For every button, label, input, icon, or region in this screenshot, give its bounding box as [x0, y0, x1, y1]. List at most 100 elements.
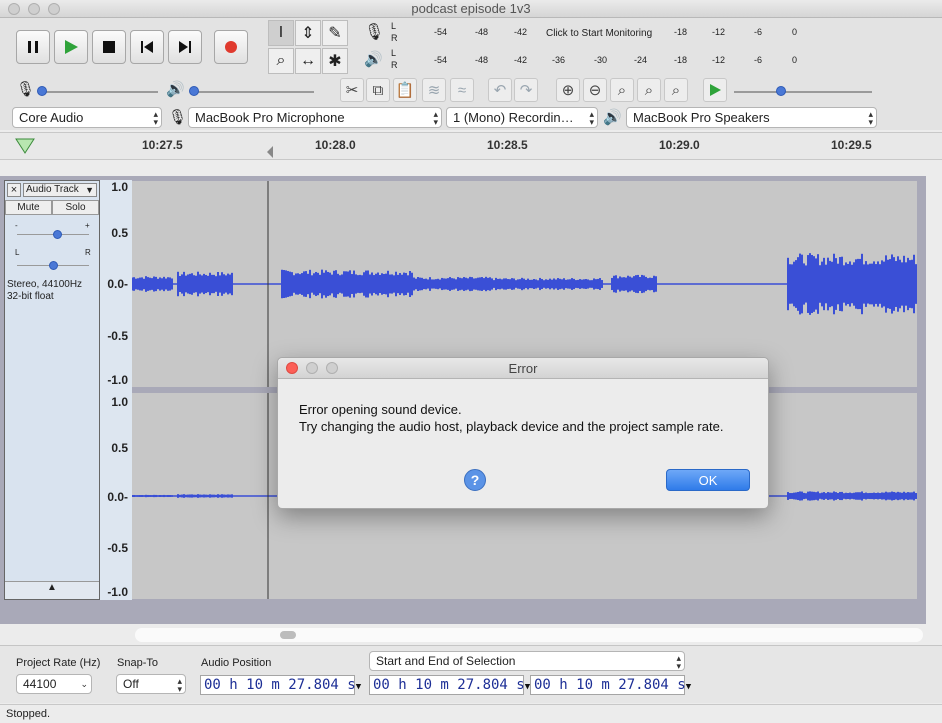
y-axis-label: 0.5 [111, 226, 128, 240]
close-track-button[interactable]: × [7, 183, 21, 197]
zoom-toggle-button[interactable]: ⌕ [664, 78, 688, 102]
play-tick: -18 [674, 55, 688, 65]
help-button[interactable]: ? [464, 469, 486, 491]
pan-slider-thumb[interactable] [49, 261, 58, 270]
dropdown-arrow-icon: ▼ [85, 185, 94, 195]
window-titlebar: podcast episode 1v3 [0, 0, 942, 18]
window-title: podcast episode 1v3 [411, 1, 531, 16]
redo-icon: ↷ [519, 82, 533, 99]
time-format-dropdown-icon[interactable]: ▼ [356, 682, 361, 692]
horizontal-scrollbar[interactable] [0, 624, 926, 644]
undo-button[interactable]: ↶ [488, 78, 512, 102]
updown-chevron-icon: ▴ ▾ [433, 109, 438, 127]
recording-volume-slider[interactable] [38, 91, 158, 93]
zoom-out-button[interactable]: ⊖ [583, 78, 607, 102]
play-at-speed-button[interactable] [703, 78, 727, 102]
cut-button[interactable]: ✂ [340, 78, 364, 102]
ruler-label: 10:28.5 [487, 138, 528, 152]
snap-to-select[interactable]: Off ▴ ▾ [116, 674, 186, 694]
fit-project-button[interactable]: ⌕ [637, 78, 661, 102]
audio-host-value: Core Audio [19, 110, 84, 125]
input-channels-value: 1 (Mono) Recordin… [453, 110, 574, 125]
selection-end-time[interactable]: 00 h 10 m 27.804 s▼ [530, 675, 691, 695]
meter-channel-l: L [391, 21, 397, 31]
redo-button[interactable]: ↷ [514, 78, 538, 102]
rec-tick: -18 [674, 27, 688, 37]
asterisk-icon: ✱ [328, 53, 342, 70]
pencil-icon: ✎ [328, 25, 342, 42]
double-arrow-icon: ↔ [300, 52, 316, 69]
zoom-in-button[interactable]: ⊕ [556, 78, 580, 102]
audio-host-select[interactable]: Core Audio ▴ ▾ [12, 107, 162, 128]
output-device-value: MacBook Pro Speakers [633, 110, 770, 125]
gain-minus-label: - [15, 221, 18, 230]
stop-button[interactable] [92, 30, 126, 64]
fit-selection-button[interactable]: ⌕ [610, 78, 634, 102]
play-speed-slider[interactable] [734, 91, 872, 93]
copy-button[interactable]: ⧉ [366, 78, 390, 102]
time-format-dropdown-icon[interactable]: ▼ [686, 682, 691, 692]
close-icon: × [10, 184, 18, 196]
play-speed-thumb[interactable] [776, 86, 786, 96]
timeline-ruler[interactable]: 10:27.5 10:28.0 10:28.5 10:29.0 10:29.5 [0, 132, 942, 160]
track-name-menu[interactable]: Audio Track ▼ [23, 183, 97, 197]
playback-volume-slider[interactable] [190, 91, 314, 93]
dialog-titlebar: Error [278, 358, 768, 379]
pause-button[interactable] [16, 30, 50, 64]
speaker-icon: 🔊 [603, 109, 622, 126]
selection-start-time[interactable]: 00 h 10 m 27.804 s▼ [369, 675, 530, 695]
ok-button[interactable]: OK [666, 469, 750, 491]
collapse-arrow-icon: ▲ [47, 582, 57, 593]
snap-to-value: Off [123, 677, 139, 691]
scroll-track[interactable] [135, 628, 923, 642]
copy-icon: ⧉ [372, 81, 384, 99]
play-region-triangle-icon[interactable] [14, 137, 36, 155]
audio-position-value: 00 h 10 m 27.804 s [204, 677, 356, 693]
skip-to-start-button[interactable] [130, 30, 164, 64]
input-device-select[interactable]: MacBook Pro Microphone ▴ ▾ [188, 107, 442, 128]
record-button[interactable] [214, 30, 248, 64]
ruler-label: 10:28.0 [315, 138, 356, 152]
recording-volume-thumb[interactable] [37, 86, 47, 96]
solo-button[interactable]: Solo [52, 200, 99, 215]
collapse-track-button[interactable]: ▲ [5, 581, 99, 599]
zoom-toggle-icon: ⌕ [671, 81, 681, 99]
paste-button[interactable]: 📋 [393, 78, 417, 102]
gain-slider-thumb[interactable] [52, 230, 62, 239]
playback-meter[interactable]: -54 -48 -42 -36 -30 -24 -18 -12 -6 0 [402, 48, 802, 70]
draw-tool[interactable]: ✎ [322, 20, 348, 46]
scroll-thumb[interactable] [280, 631, 296, 639]
play-tick: -24 [634, 55, 648, 65]
ruler-label: 10:27.5 [142, 138, 183, 152]
playback-volume-thumb[interactable] [189, 86, 199, 96]
meter-channel-r: R [391, 33, 398, 43]
zoom-tool[interactable]: ⌕ [268, 48, 294, 74]
recording-meter[interactable]: -54 -48 -42 Click to Start Monitoring -1… [402, 20, 802, 42]
mute-button[interactable]: Mute [5, 200, 52, 215]
error-message-line1: Error opening sound device. [299, 402, 462, 417]
envelope-icon: ⇕ [301, 25, 315, 42]
input-channels-select[interactable]: 1 (Mono) Recordin… ▴ ▾ [446, 107, 598, 128]
play-button[interactable] [54, 30, 88, 64]
project-rate-select[interactable]: 44100 ⌄ [16, 674, 92, 694]
track-format-info: Stereo, 44100Hz 32-bit float [7, 279, 82, 303]
y-axis-label: 0.5 [111, 441, 128, 455]
trim-button[interactable]: ≋ [422, 78, 446, 102]
selection-mode-select[interactable]: Start and End of Selection ▴ ▾ [369, 651, 685, 671]
audio-position-time[interactable]: 00 h 10 m 27.804 s▼ [200, 675, 361, 695]
start-monitoring-prompt[interactable]: Click to Start Monitoring [546, 28, 652, 39]
multi-tool[interactable]: ✱ [322, 48, 348, 74]
selection-end-value: 00 h 10 m 27.804 s [534, 677, 686, 693]
envelope-tool[interactable]: ⇕ [295, 20, 321, 46]
output-device-select[interactable]: MacBook Pro Speakers ▴ ▾ [626, 107, 877, 128]
selection-tool[interactable]: I [268, 20, 294, 46]
magnifier-icon: ⌕ [276, 52, 286, 69]
microphone-icon: 🎙 [168, 109, 188, 126]
updown-chevron-icon: ▴ ▾ [676, 653, 681, 671]
silence-button[interactable]: ≈ [450, 78, 474, 102]
skip-to-end-button[interactable] [168, 30, 202, 64]
time-shift-tool[interactable]: ↔ [295, 48, 321, 74]
pan-left-label: L [15, 248, 20, 257]
trim-audio-icon: ≋ [427, 82, 441, 99]
y-axis-label: 1.0 [111, 395, 128, 409]
